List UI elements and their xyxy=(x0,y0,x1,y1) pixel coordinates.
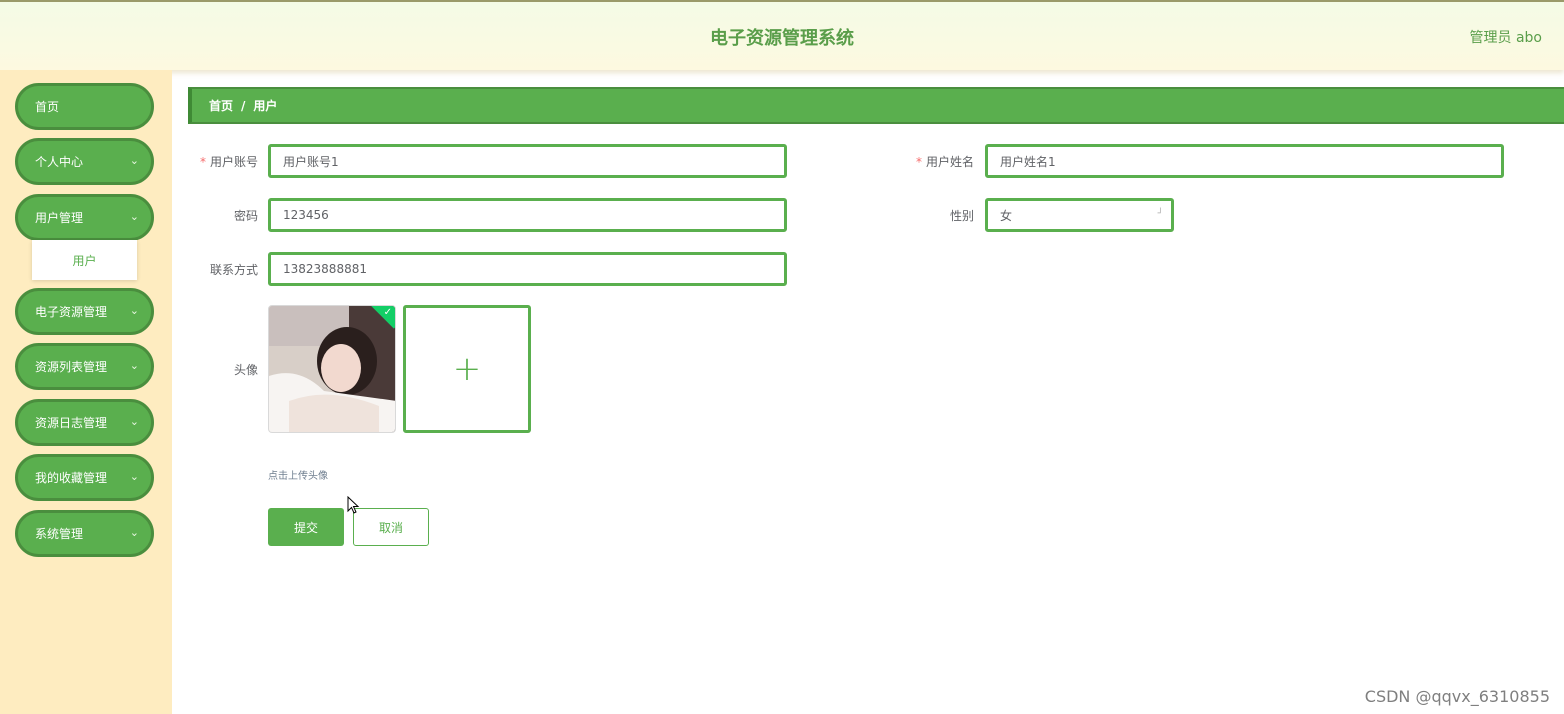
watermark: CSDN @qqvx_6310855 xyxy=(1364,687,1550,706)
sidebar-item-resource-log[interactable]: 资源日志管理 ⌄ xyxy=(15,399,154,446)
name-field[interactable]: 用户姓名1 xyxy=(985,144,1504,178)
sidebar-item-label: 我的收藏管理 xyxy=(35,471,108,485)
sidebar-item-resource-management[interactable]: 电子资源管理 ⌄ xyxy=(15,288,154,335)
phone-label: 联系方式 xyxy=(209,263,258,277)
sidebar-item-resource-list[interactable]: 资源列表管理 ⌄ xyxy=(15,343,154,390)
sidebar: 首页 个人中心 ⌄ 用户管理 ⌄ 用户 电子资源管理 ⌄ 资源列表管理 ⌄ 资源… xyxy=(0,70,172,714)
sidebar-item-label: 资源列表管理 xyxy=(35,360,108,374)
sidebar-subitem-user[interactable]: 用户 xyxy=(32,240,137,280)
password-label: 密码 xyxy=(233,209,258,223)
sidebar-item-personal-center[interactable]: 个人中心 ⌄ xyxy=(15,138,154,185)
account-label: * 用户账号 xyxy=(199,155,258,169)
required-mark: * xyxy=(915,155,922,169)
sidebar-item-system[interactable]: 系统管理 ⌄ xyxy=(15,510,154,557)
password-field[interactable]: 123456 xyxy=(268,198,787,232)
upload-tip: 点击上传头像 xyxy=(268,471,328,482)
chevron-down-icon: ⌄ xyxy=(129,526,139,539)
breadcrumb-home[interactable]: 首页 xyxy=(209,97,233,114)
current-user[interactable]: 管理员 abo xyxy=(1470,27,1542,47)
chevron-down-icon: ⌄ xyxy=(129,304,139,317)
avatar-image[interactable]: ✓ xyxy=(268,305,396,433)
chevron-down-icon: ⌄ xyxy=(129,359,139,372)
name-label: * 用户姓名 xyxy=(915,155,974,169)
app-title: 电子资源管理系统 xyxy=(710,28,854,49)
select-arrow-icon: ┘ xyxy=(1157,209,1163,219)
sidebar-item-label: 用户管理 xyxy=(35,211,84,225)
sidebar-item-label: 资源日志管理 xyxy=(35,416,108,430)
sidebar-item-label: 首页 xyxy=(35,100,60,114)
phone-field[interactable]: 13823888881 xyxy=(268,252,787,286)
gender-select[interactable]: 女 ┘ xyxy=(985,198,1174,232)
sidebar-item-label: 系统管理 xyxy=(35,527,84,541)
required-mark: * xyxy=(199,155,206,169)
breadcrumb-separator: / xyxy=(241,98,246,113)
check-icon: ✓ xyxy=(383,307,392,318)
chevron-down-icon: ⌄ xyxy=(129,210,139,223)
sidebar-item-label: 个人中心 xyxy=(35,155,84,169)
gender-label: 性别 xyxy=(949,209,974,223)
cancel-button[interactable]: 取消 xyxy=(353,508,429,546)
breadcrumb: 首页 / 用户 xyxy=(188,87,1564,124)
sidebar-item-user-management[interactable]: 用户管理 ⌄ xyxy=(15,194,154,241)
chevron-down-icon: ⌄ xyxy=(129,470,139,483)
sidebar-item-favorites[interactable]: 我的收藏管理 ⌄ xyxy=(15,454,154,501)
chevron-down-icon: ⌄ xyxy=(129,415,139,428)
avatar-upload-button[interactable]: + xyxy=(403,305,531,433)
submit-button[interactable]: 提交 xyxy=(268,508,344,546)
gender-selected-value: 女 xyxy=(1000,208,1013,223)
avatar-label: 头像 xyxy=(233,363,258,377)
mouse-cursor-icon xyxy=(347,496,360,514)
chevron-down-icon: ⌄ xyxy=(129,154,139,167)
top-header: 电子资源管理系统 管理员 abo xyxy=(0,0,1564,70)
sidebar-item-home[interactable]: 首页 xyxy=(15,83,154,130)
account-field[interactable]: 用户账号1 xyxy=(268,144,787,178)
breadcrumb-current: 用户 xyxy=(253,99,278,113)
sidebar-item-label: 电子资源管理 xyxy=(35,305,108,319)
